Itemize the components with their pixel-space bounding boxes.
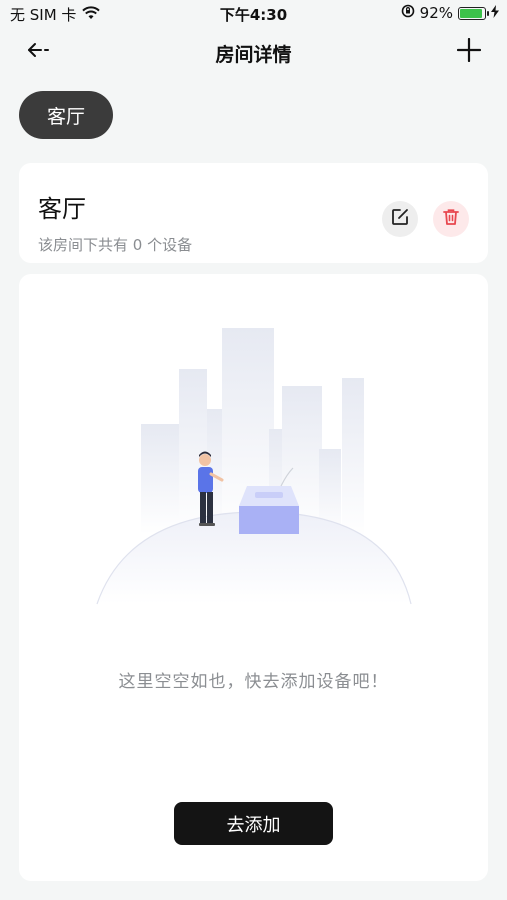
edit-icon	[391, 208, 409, 230]
page-title: 房间详情	[215, 44, 292, 66]
battery-icon	[458, 6, 489, 20]
battery-fill	[460, 8, 483, 18]
device-count-text: 该房间下共有 0 个设备	[38, 236, 193, 254]
nav-bar: 房间详情	[0, 28, 507, 76]
charging-icon	[491, 4, 499, 22]
room-info-card: 客厅 该房间下共有 0 个设备	[19, 163, 488, 263]
trash-icon	[442, 208, 460, 230]
orientation-lock-icon	[401, 4, 415, 22]
empty-room-illustration	[96, 328, 412, 605]
room-tab-chip[interactable]: 客厅	[19, 91, 113, 139]
delete-room-button[interactable]	[433, 201, 469, 237]
empty-state-message: 这里空空如也，快去添加设备吧！	[118, 672, 389, 692]
battery-percent: 92%	[419, 4, 453, 22]
go-add-device-button[interactable]: 去添加	[174, 802, 333, 845]
plus-icon	[456, 37, 482, 66]
status-bar: 无 SIM 卡 下午4:30 92%	[0, 0, 507, 28]
room-name: 客厅	[38, 195, 86, 223]
add-room-button[interactable]	[453, 36, 485, 68]
status-right: 92%	[401, 4, 499, 22]
empty-state-card: 这里空空如也，快去添加设备吧！ 去添加	[19, 274, 488, 881]
edit-room-button[interactable]	[382, 201, 418, 237]
